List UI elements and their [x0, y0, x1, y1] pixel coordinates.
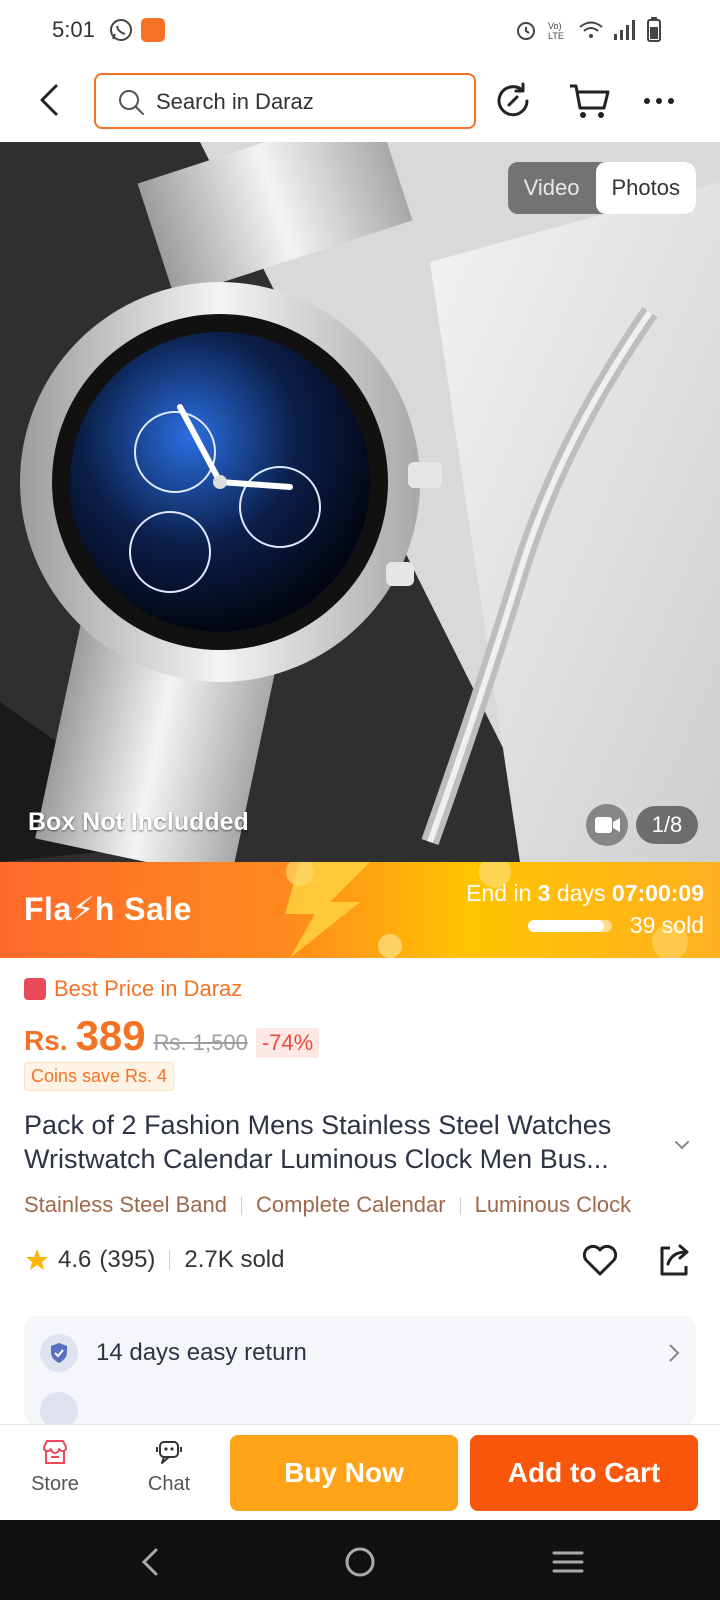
star-icon [26, 1249, 48, 1270]
sold-progress-bar [528, 920, 612, 932]
service-label: 14 days easy return [96, 1339, 307, 1366]
battery-icon [647, 17, 661, 42]
delivery-icon [40, 1392, 78, 1426]
nav-back-icon[interactable] [130, 1540, 174, 1584]
buy-now-button[interactable]: Buy Now [230, 1435, 458, 1511]
rating-value: 4.6 [58, 1246, 92, 1273]
whatsapp-icon [110, 19, 132, 41]
image-caption: Box Not Includded [28, 808, 249, 836]
product-title[interactable]: Pack of 2 Fashion Mens Stainless Steel W… [24, 1108, 664, 1176]
sold-count: 2.7K sold [184, 1246, 285, 1273]
media-toggle: Video Photos [507, 162, 696, 214]
video-camera-icon[interactable] [586, 804, 628, 846]
signal-icon [614, 20, 635, 40]
service-row-return[interactable]: 14 days easy return [40, 1328, 680, 1378]
sold-progress-fill [528, 920, 604, 932]
tag-item[interactable]: Stainless Steel Band [24, 1192, 227, 1217]
system-nav-bar [0, 1520, 720, 1600]
store-label: Store [31, 1473, 79, 1495]
search-placeholder: Search in Daraz [156, 89, 314, 114]
countdown-prefix: End in [466, 880, 538, 906]
wifi-icon [579, 21, 603, 38]
service-card: 14 days easy return [24, 1316, 696, 1426]
countdown-days: 3 [537, 880, 551, 906]
best-price-icon [24, 978, 46, 1000]
coins-badge[interactable]: Coins save Rs. 4 [24, 1062, 175, 1091]
chevron-down-icon[interactable] [672, 1138, 692, 1152]
store-icon [43, 1440, 67, 1464]
svg-text:LTE: LTE [548, 31, 564, 41]
chat-icon [156, 1441, 182, 1464]
top-bar: Search in Daraz [0, 60, 720, 142]
cart-icon[interactable] [566, 78, 612, 124]
svg-text:Vo): Vo) [548, 21, 562, 31]
tab-photos[interactable]: Photos [595, 162, 696, 214]
chat-label: Chat [147, 1473, 191, 1495]
more-icon[interactable] [636, 78, 682, 124]
heart-icon[interactable] [580, 1240, 620, 1280]
daraz-app-icon [141, 18, 165, 42]
bottom-action-bar: Store Chat Buy Now Add to Cart [0, 1424, 720, 1520]
flash-sale-banner[interactable]: Fla⚡h Sale End in 3 days 07:00:09 39 sol… [0, 862, 720, 958]
store-button[interactable]: Store [10, 1433, 100, 1496]
alarm-icon [517, 22, 535, 40]
product-image[interactable]: Video Photos Box Not Includded 1/8 [0, 142, 720, 862]
nav-menu-icon[interactable] [546, 1540, 590, 1584]
add-to-cart-button[interactable]: Add to Cart [470, 1435, 698, 1511]
status-bar: 5:01 Vo) LTE [0, 0, 720, 60]
image-counter: 1/8 [636, 806, 698, 844]
status-time: 5:01 [52, 17, 95, 42]
flash-sale-countdown: End in 3 days 07:00:09 [466, 880, 704, 907]
back-icon[interactable] [30, 80, 70, 120]
tag-item[interactable]: Complete Calendar [256, 1192, 446, 1217]
countdown-time: 07:00:09 [611, 880, 704, 906]
rating-row[interactable]: 4.6 (395) 2.7K sold [24, 1246, 284, 1274]
review-count: (395) [99, 1246, 156, 1273]
price-row: Rs. 389 Rs. 1,500 -74% [24, 1012, 320, 1060]
best-price-label: Best Price in Daraz [54, 976, 243, 1001]
tag-item[interactable]: Luminous Clock [475, 1192, 632, 1217]
shield-check-icon [40, 1334, 78, 1372]
original-price: Rs. 1,500 [153, 1030, 248, 1055]
flash-sold-count: 39 sold [629, 912, 704, 938]
search-input[interactable]: Search in Daraz [94, 73, 476, 129]
service-row-secondary[interactable] [40, 1386, 680, 1426]
best-price-badge: Best Price in Daraz [24, 976, 242, 1002]
volte-icon: Vo)LTE [548, 21, 564, 41]
product-tags: Stainless Steel Band Complete Calendar Lum… [24, 1192, 704, 1224]
status-icons: Vo) LTE [514, 16, 662, 44]
share-icon[interactable] [654, 1240, 694, 1280]
discount-badge: -74% [255, 1028, 320, 1058]
flash-sale-title: Fla⚡h Sale [24, 891, 192, 927]
history-icon[interactable] [490, 78, 536, 124]
search-icon [119, 90, 144, 115]
countdown-days-label: days [550, 880, 612, 906]
price-value: 389 [75, 1012, 146, 1059]
price-currency: Rs. [24, 1025, 68, 1056]
watch-photo [0, 142, 720, 862]
chevron-right-icon [669, 1344, 680, 1362]
chat-button[interactable]: Chat [124, 1433, 214, 1496]
tab-video[interactable]: Video [508, 162, 596, 214]
nav-home-icon[interactable] [338, 1540, 382, 1584]
